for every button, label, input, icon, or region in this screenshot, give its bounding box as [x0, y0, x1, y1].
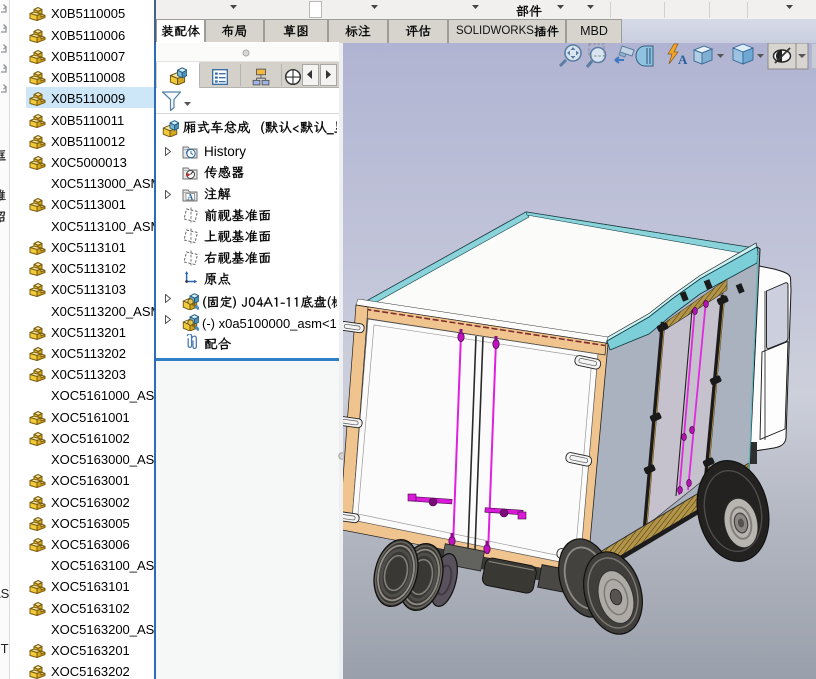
svg-text:A: A: [187, 193, 193, 202]
svg-text:A: A: [678, 52, 688, 67]
